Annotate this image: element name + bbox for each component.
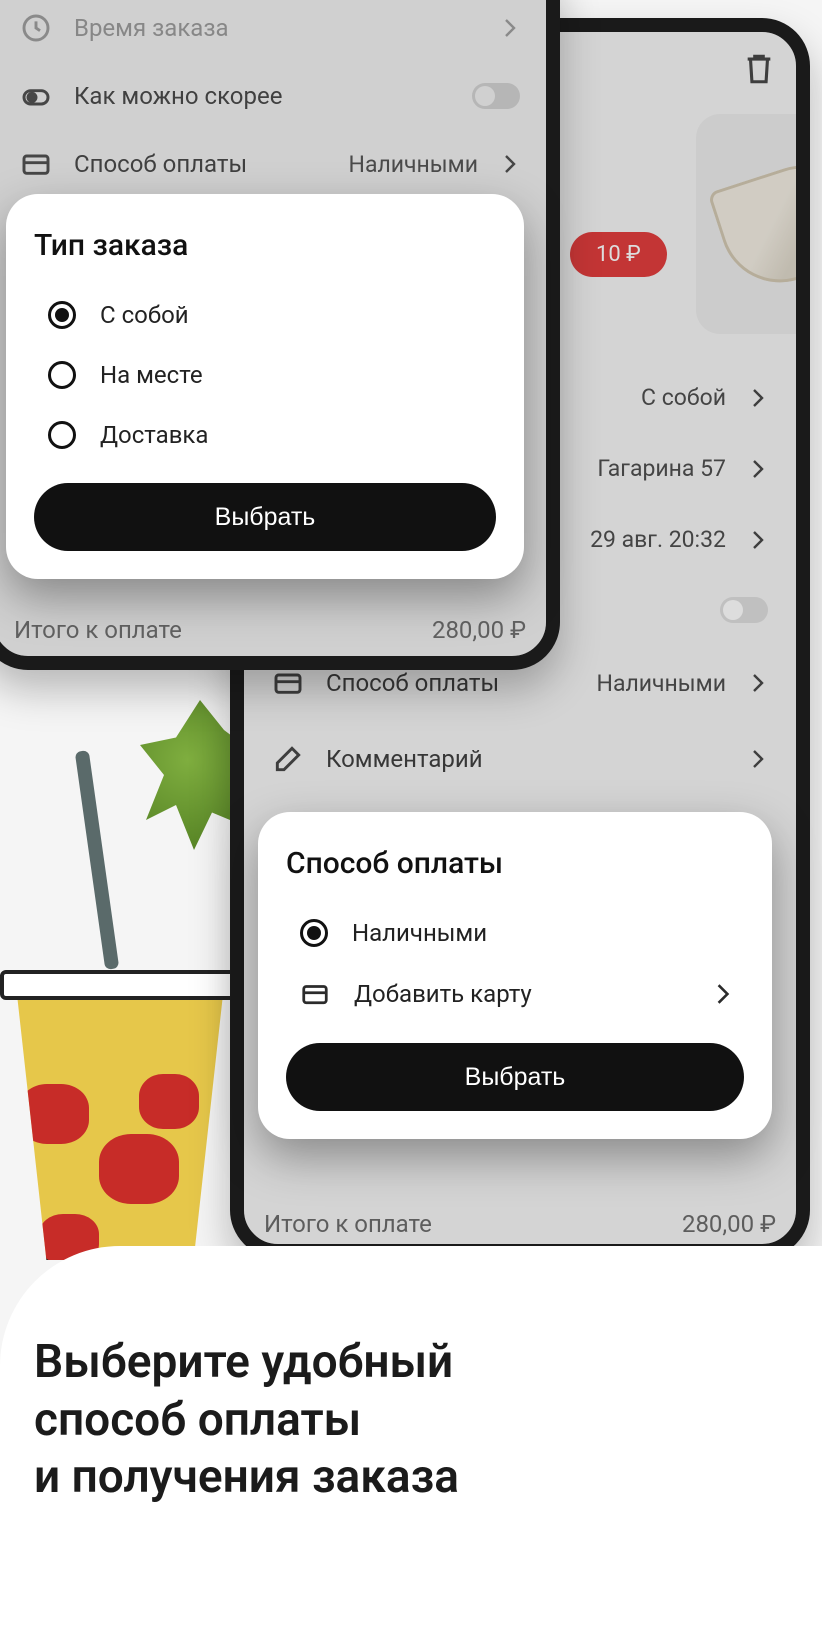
promo-banner: Выберите удобный способ оплаты и получен… — [0, 1246, 822, 1646]
option-label: Добавить карту — [354, 980, 692, 1008]
option-label: С собой — [100, 301, 189, 329]
select-button[interactable]: Выбрать — [286, 1043, 744, 1111]
order-type-option-dinein[interactable]: На месте — [34, 345, 496, 405]
chevron-right-icon — [716, 983, 730, 1005]
cup-art — [5, 920, 235, 1260]
radio-unselected-icon — [48, 421, 76, 449]
radio-unselected-icon — [48, 361, 76, 389]
order-type-title: Тип заказа — [34, 228, 496, 263]
option-label: На месте — [100, 361, 203, 389]
option-label: Наличными — [352, 919, 487, 947]
payment-option-cash[interactable]: Наличными — [286, 903, 744, 963]
payment-dialog-title: Способ оплаты — [286, 846, 744, 881]
order-type-option-delivery[interactable]: Доставка — [34, 405, 496, 465]
payment-option-add-card[interactable]: Добавить карту — [286, 963, 744, 1025]
card-icon — [300, 979, 330, 1009]
radio-selected-icon — [48, 301, 76, 329]
order-type-dialog: Тип заказа С собой На месте Доставка Выб… — [6, 194, 524, 579]
select-button[interactable]: Выбрать — [34, 483, 496, 551]
order-type-option-takeaway[interactable]: С собой — [34, 285, 496, 345]
promo-headline: Выберите удобный способ оплаты и получен… — [34, 1334, 788, 1507]
option-label: Доставка — [100, 421, 208, 449]
radio-selected-icon — [300, 919, 328, 947]
payment-method-dialog: Способ оплаты Наличными Добавить карту В… — [258, 812, 772, 1139]
